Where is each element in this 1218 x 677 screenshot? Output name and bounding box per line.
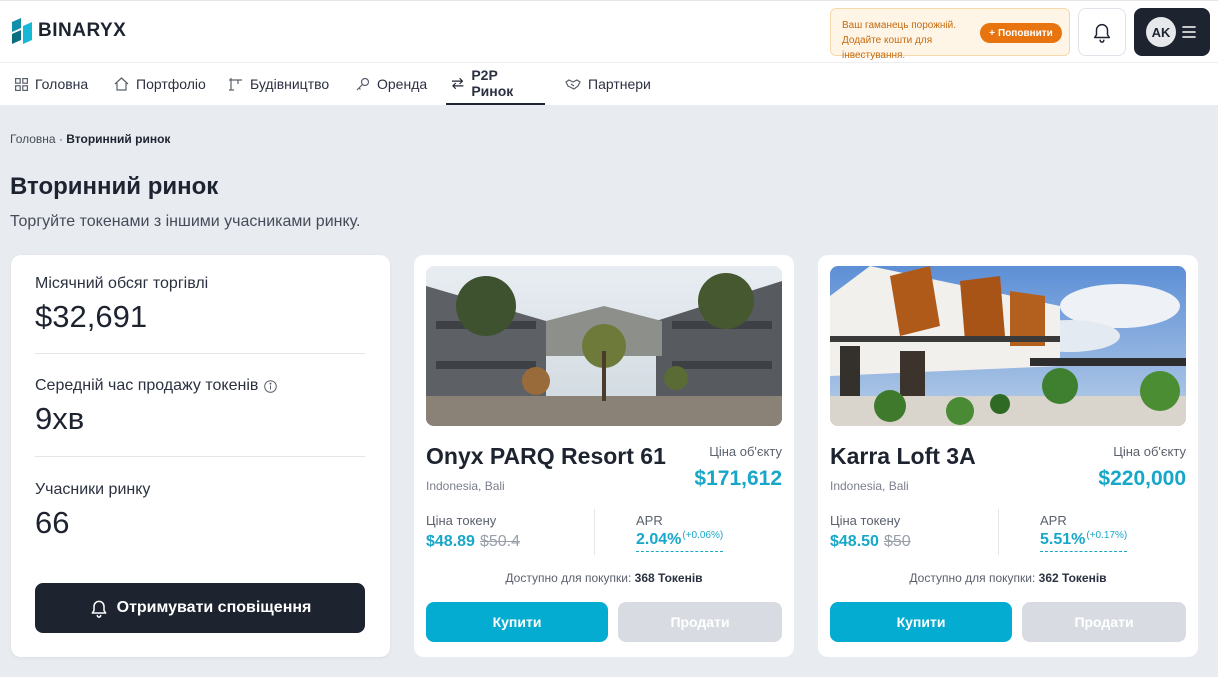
available-tokens: Доступно для покупки: 368 Токенів: [414, 571, 794, 585]
nav-item-label: P2P Ринок: [471, 67, 514, 99]
breadcrumb-home[interactable]: Головна: [10, 132, 56, 146]
nav-item-partners[interactable]: Партнери: [565, 63, 651, 105]
participants-stat: Учасники ринку 66: [35, 481, 365, 541]
apr-value[interactable]: 2.04% (+0.06%): [636, 530, 724, 552]
page-title: Вторинний ринок: [10, 173, 219, 200]
stat-label: Середній час продажу токенів: [35, 377, 259, 394]
bell-icon: [91, 600, 107, 618]
nav-item-portfolio[interactable]: Портфоліо: [114, 63, 206, 105]
apr-change: (+0.17%): [1086, 530, 1128, 541]
stat-value: $32,691: [35, 299, 148, 334]
nav-item-home[interactable]: Головна: [15, 63, 88, 105]
breadcrumb-separator: ·: [58, 132, 63, 146]
price-label: Ціна об'єкту: [709, 444, 782, 459]
available-tokens: Доступно для покупки: 362 Токенів: [818, 571, 1198, 585]
monthly-volume-stat: Місячний обсяг торгівлі $32,691: [35, 275, 365, 335]
market-stats-card: Місячний обсяг торгівлі $32,691 Середній…: [11, 255, 390, 657]
stat-label-row: Середній час продажу токенів: [35, 377, 365, 395]
divider: [35, 456, 365, 457]
user-menu-button[interactable]: AK: [1134, 8, 1210, 56]
key-icon: [356, 77, 370, 91]
property-price: $171,612: [694, 467, 782, 490]
topup-label: Поповнити: [998, 27, 1053, 39]
wallet-empty-alert: Ваш гаманець порожній. Додайте кошти для…: [830, 8, 1070, 61]
property-card: Karra Loft 3A Indonesia, Bali Ціна об'єк…: [818, 255, 1198, 657]
notifications-button[interactable]: [1078, 8, 1126, 56]
sell-button[interactable]: Продати: [618, 602, 782, 642]
notify-label: Отримувати сповіщення: [116, 599, 312, 616]
apr-value[interactable]: 5.51% (+0.17%): [1040, 530, 1128, 552]
divider: [594, 509, 595, 555]
page-subtitle: Торгуйте токенами з іншими учасниками ри…: [10, 213, 361, 230]
token-price-label: Ціна токену: [830, 513, 901, 528]
avg-sell-time-stat: Середній час продажу токенів 9хв: [35, 377, 365, 437]
available-label: Доступно для покупки:: [505, 571, 632, 585]
nav-item-label: Оренда: [377, 76, 428, 92]
property-price: $220,000: [1098, 467, 1186, 490]
breadcrumb-current: Вторинний ринок: [66, 132, 171, 146]
property-name[interactable]: Karra Loft 3A: [830, 443, 976, 470]
bell-icon: [1093, 24, 1111, 43]
property-name[interactable]: Onyx PARQ Resort 61: [426, 443, 666, 470]
token-price-current: $48.50: [830, 533, 879, 550]
property-location: Indonesia, Bali: [830, 479, 909, 493]
available-value: 362 Токенів: [1038, 571, 1107, 585]
stat-value: 9хв: [35, 401, 85, 436]
nav-item-rent[interactable]: Оренда: [356, 63, 427, 105]
brand-logo[interactable]: BINARYX: [12, 18, 126, 44]
nav-item-p2p-market[interactable]: P2P Ринок: [446, 63, 545, 105]
nav-item-label: Будівництво: [250, 76, 330, 92]
avatar: AK: [1146, 17, 1176, 47]
brand-name: BINARYX: [38, 20, 127, 41]
property-image[interactable]: [830, 266, 1186, 426]
token-price-current: $48.89: [426, 533, 475, 550]
token-price-label: Ціна токену: [426, 513, 497, 528]
property-location: Indonesia, Bali: [426, 479, 505, 493]
buy-button[interactable]: Купити: [426, 602, 608, 642]
divider: [998, 509, 999, 555]
apr-main: 2.04%: [636, 531, 682, 548]
home-icon: [114, 77, 129, 91]
divider: [35, 353, 365, 354]
token-price: $48.89 $50.4: [426, 533, 520, 551]
token-price-old: $50: [883, 533, 911, 550]
nav-item-label: Портфоліо: [136, 76, 206, 92]
handshake-icon: [565, 78, 581, 90]
apr-label: APR: [1040, 513, 1067, 528]
available-label: Доступно для покупки:: [909, 571, 1036, 585]
wallet-alert-text: Ваш гаманець порожній. Додайте кошти для…: [842, 20, 957, 61]
crane-icon: [229, 78, 242, 91]
token-price: $48.50 $50: [830, 533, 911, 551]
apr-main: 5.51%: [1040, 531, 1086, 548]
breadcrumb: Головна · Вторинний ринок: [10, 132, 170, 146]
stat-label: Учасники ринку: [35, 481, 151, 498]
grid-icon: [15, 77, 28, 91]
main-nav: Головна Портфоліо Будівництво Оренда P2P…: [0, 62, 1218, 105]
property-card: Onyx PARQ Resort 61 Indonesia, Bali Ціна…: [414, 255, 794, 657]
stat-value: 66: [35, 505, 70, 540]
buy-button[interactable]: Купити: [830, 602, 1012, 642]
token-price-old: $50.4: [479, 533, 520, 550]
sell-button[interactable]: Продати: [1022, 602, 1186, 642]
plus-icon: +: [989, 27, 995, 39]
nav-item-label: Партнери: [588, 76, 651, 92]
binaryx-logo-icon: [12, 18, 32, 44]
hamburger-icon: [1182, 26, 1196, 38]
property-image[interactable]: [426, 266, 782, 426]
apr-label: APR: [636, 513, 663, 528]
get-notifications-button[interactable]: Отримувати сповіщення: [35, 583, 365, 633]
swap-icon: [451, 77, 464, 89]
info-icon[interactable]: [264, 379, 278, 393]
nav-item-construction[interactable]: Будівництво: [228, 63, 329, 105]
topup-button[interactable]: + Поповнити: [980, 23, 1062, 43]
stat-label: Місячний обсяг торгівлі: [35, 275, 209, 292]
top-bar: BINARYX Ваш гаманець порожній. Додайте к…: [0, 0, 1218, 62]
price-label: Ціна об'єкту: [1113, 444, 1186, 459]
nav-item-label: Головна: [35, 76, 89, 92]
available-value: 368 Токенів: [634, 571, 703, 585]
apr-change: (+0.06%): [682, 530, 724, 541]
